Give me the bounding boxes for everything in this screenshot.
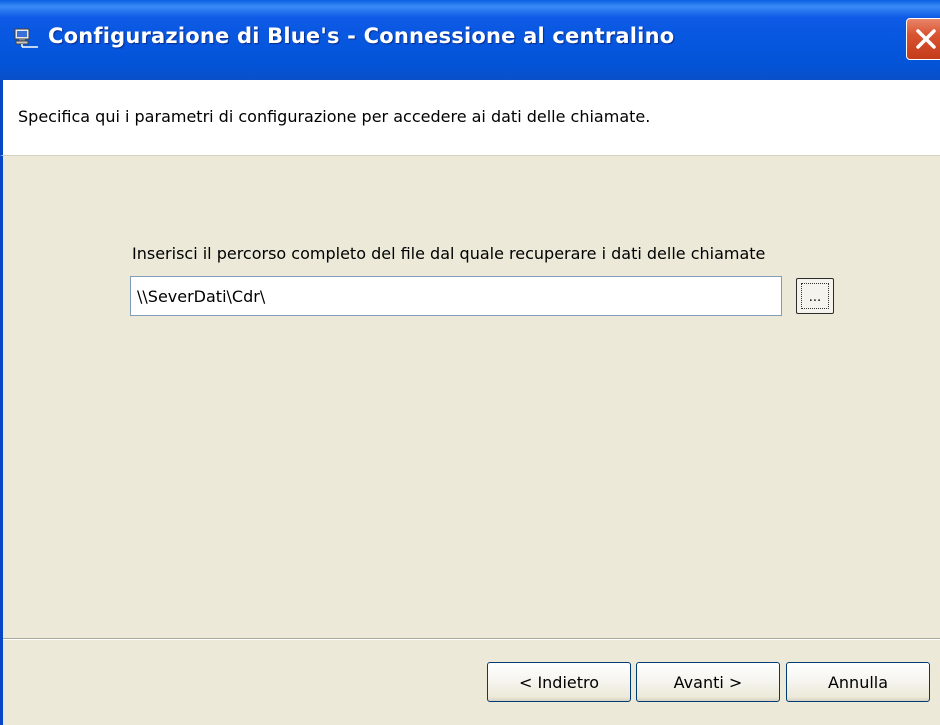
wizard-header: Specifica qui i parametri di configurazi… (0, 80, 940, 156)
header-description: Specifica qui i parametri di configurazi… (18, 107, 651, 126)
browse-button-label: ... (801, 283, 829, 309)
path-input[interactable] (130, 276, 782, 316)
title-bar[interactable]: Configurazione di Blue's - Connessione a… (0, 0, 940, 80)
computer-network-icon (14, 28, 40, 50)
path-label: Inserisci il percorso completo del file … (132, 244, 766, 263)
back-button[interactable]: < Indietro (487, 662, 631, 702)
close-button[interactable] (906, 18, 940, 60)
cancel-button[interactable]: Annulla (786, 662, 930, 702)
next-button[interactable]: Avanti > (636, 662, 780, 702)
browse-button[interactable]: ... (796, 278, 834, 314)
footer-separator (3, 638, 940, 640)
window-title: Configurazione di Blue's - Connessione a… (48, 24, 675, 48)
wizard-window: Configurazione di Blue's - Connessione a… (0, 0, 940, 725)
